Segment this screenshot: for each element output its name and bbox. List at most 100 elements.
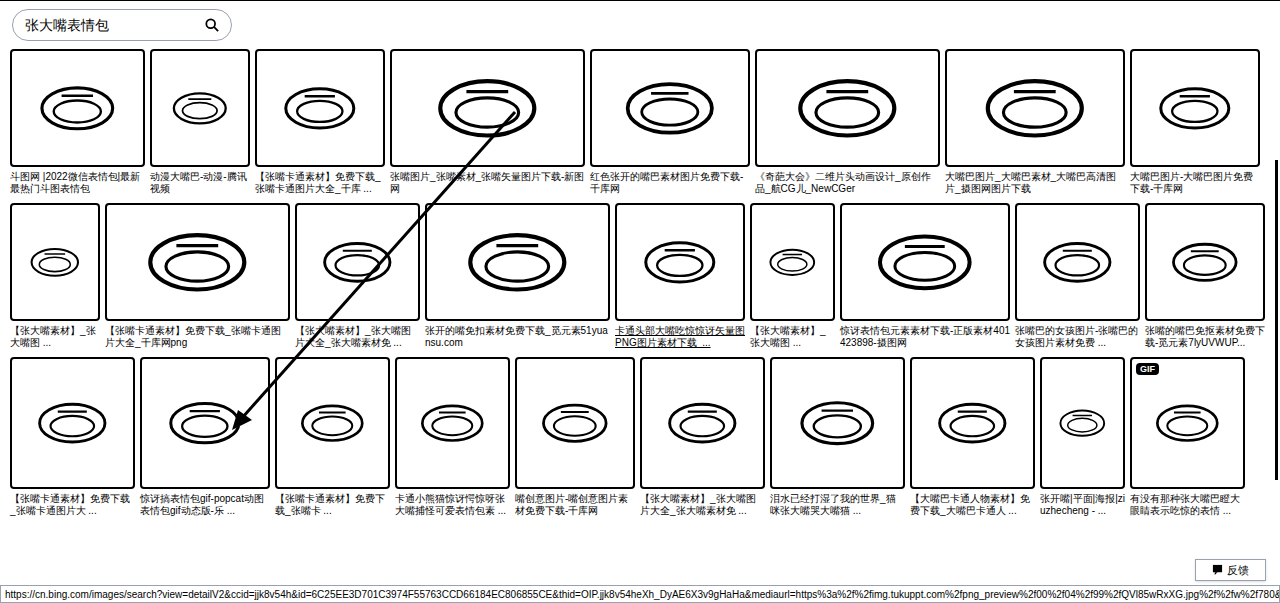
result-caption[interactable]: 大嘴巴图片-大嘴巴图片免费下载-千库网 [1130, 171, 1260, 195]
result-card[interactable]: 大嘴巴图片_大嘴巴素材_大嘴巴高清图片_摄图网图片下载 [945, 49, 1125, 195]
result-card[interactable]: 【张嘴卡通素材】免费下载_张嘴卡 ... [275, 357, 390, 517]
result-image[interactable] [1145, 203, 1265, 321]
result-card[interactable]: 张开的嘴免扣素材免费下载_觅元素51yuansu.com [425, 203, 610, 349]
result-image[interactable] [1130, 49, 1260, 167]
mouth-drawing-icon [38, 77, 117, 140]
result-card[interactable]: 【张大嘴素材】_张大嘴图 ... [10, 203, 100, 349]
result-card[interactable]: 《奇葩大会》二维片头动画设计_原创作品_航CG儿_NewCGer [755, 49, 940, 195]
result-caption[interactable]: 【大嘴巴卡通人物素材】免费下载_大嘴巴卡通人 ... [910, 493, 1035, 517]
result-card[interactable]: 嘴创意图片-嘴创意图片素材免费下载-千库网 [515, 357, 635, 517]
result-caption[interactable]: 惊讶搞表情包gif-popcat动图表情包gif动态版-乐 ... [140, 493, 270, 517]
result-caption[interactable]: 张嘴图片_张嘴素材_张嘴矢量图片下载-新图网 [390, 171, 585, 195]
result-caption[interactable]: 红色张开的嘴巴素材图片免费下载-千库网 [590, 171, 750, 195]
result-caption[interactable]: 【张大嘴素材】_张大嘴图 ... [10, 325, 100, 349]
results-row: 【张嘴卡通素材】免费下载_张嘴卡通图片大 ...惊讶搞表情包gif-popcat… [10, 357, 1266, 517]
result-image[interactable] [615, 203, 745, 321]
mouth-drawing-icon [642, 231, 718, 294]
result-caption[interactable]: 【张嘴卡通素材】免费下载_张嘴卡 ... [275, 493, 390, 517]
result-card[interactable]: 【张大嘴素材】_张大嘴图片大全_张大嘴素材免 ... [640, 357, 765, 517]
result-image[interactable] [515, 357, 635, 489]
result-card[interactable]: 惊讶表情包元素素材下载-正版素材401423898-摄图网 [840, 203, 1010, 349]
result-card[interactable]: 动漫大嘴巴-动漫-腾讯视频 [150, 49, 250, 195]
result-image[interactable] [910, 357, 1035, 489]
result-card[interactable]: 【张嘴卡通素材】免费下载_张嘴卡通图片大 ... [10, 357, 135, 517]
result-caption[interactable]: 张开的嘴免扣素材免费下载_觅元素51yuansu.com [425, 325, 610, 349]
result-card[interactable]: 卡通头部大嘴吃惊惊讶矢量图PNG图片素材下载_... [615, 203, 745, 349]
result-image[interactable] [425, 203, 610, 321]
result-caption[interactable]: 【张嘴卡通素材】免费下载_张嘴卡通图片大 ... [10, 493, 135, 517]
result-image[interactable] [275, 357, 390, 489]
result-caption[interactable]: 【张嘴卡通素材】免费下载_张嘴卡通图片大全_千库 ... [255, 171, 385, 195]
result-caption[interactable]: 卡通小熊猫惊讶愕惊呀张大嘴捕怪可爱表情包素 ... [395, 493, 510, 517]
result-card[interactable]: 【张嘴卡通素材】免费下载_张嘴卡通图片大全_千库网png [105, 203, 290, 349]
result-image[interactable] [750, 203, 835, 321]
result-caption[interactable]: 【张大嘴素材】_张大嘴图片大全_张大嘴素材免 ... [295, 325, 420, 349]
result-card[interactable]: GIF 有没有那种张大嘴巴瞪大眼睛表示吃惊的表情 ... [1130, 357, 1245, 517]
result-image[interactable] [10, 49, 145, 167]
result-image[interactable] [295, 203, 420, 321]
result-image[interactable] [770, 357, 905, 489]
result-card[interactable]: 张嘴巴的女孩图片-张嘴巴的女孩图片素材免费 ... [1015, 203, 1140, 349]
result-caption[interactable]: 张嘴巴的女孩图片-张嘴巴的女孩图片素材免费 ... [1015, 325, 1140, 349]
result-caption[interactable]: 泪水已经打湿了我的世界_猫咪张大嘴哭大嘴猫 ... [770, 493, 905, 517]
result-card[interactable]: 泪水已经打湿了我的世界_猫咪张大嘴哭大嘴猫 ... [770, 357, 905, 517]
result-card[interactable]: 张开嘴|平面|海报|ziuzhecheng - ... [1040, 357, 1125, 517]
search-icon[interactable] [205, 18, 219, 32]
mouth-drawing-icon [875, 231, 975, 294]
mouth-drawing-icon [1157, 77, 1233, 140]
result-image[interactable] [1040, 357, 1125, 489]
result-image[interactable] [10, 203, 100, 321]
search-query[interactable]: 张大嘴表情包 [25, 15, 109, 36]
result-image[interactable] [255, 49, 385, 167]
result-caption[interactable]: 张嘴的嘴巴免抠素材免费下载-觅元素7lyUVWUP... [1145, 325, 1265, 349]
scrollbar[interactable] [1275, 160, 1278, 480]
status-url: https://cn.bing.com/images/search?view=d… [5, 587, 1280, 602]
result-card[interactable]: 【张大嘴素材】_张大嘴图 ... [750, 203, 835, 349]
result-caption[interactable]: 【张嘴卡通素材】免费下载_张嘴卡通图片大全_千库网png [105, 325, 290, 349]
search-box[interactable]: 张大嘴表情包 [12, 9, 232, 41]
result-card[interactable]: 【张大嘴素材】_张大嘴图片大全_张大嘴素材免 ... [295, 203, 420, 349]
result-card[interactable]: 【张嘴卡通素材】免费下载_张嘴卡通图片大全_千库 ... [255, 49, 385, 195]
result-image[interactable] [105, 203, 290, 321]
result-card[interactable]: 大嘴巴图片-大嘴巴图片免费下载-千库网 [1130, 49, 1260, 195]
mouth-drawing-icon [143, 231, 252, 294]
result-card[interactable]: 斗图网 |2022微信表情包|最新最热门斗图表情包 [10, 49, 145, 195]
result-image[interactable] [755, 49, 940, 167]
mouth-drawing-icon [793, 77, 902, 140]
result-card[interactable]: 卡通小熊猫惊讶愕惊呀张大嘴捕怪可爱表情包素 ... [395, 357, 510, 517]
feedback-button[interactable]: 反馈 [1195, 559, 1266, 582]
result-caption[interactable]: 大嘴巴图片_大嘴巴素材_大嘴巴高清图片_摄图网图片下载 [945, 171, 1125, 195]
result-card[interactable]: 张嘴的嘴巴免抠素材免费下载-觅元素7lyUVWUP... [1145, 203, 1265, 349]
result-image[interactable]: GIF [1130, 357, 1245, 489]
result-caption[interactable]: 动漫大嘴巴-动漫-腾讯视频 [150, 171, 250, 195]
result-card[interactable]: 惊讶搞表情包gif-popcat动图表情包gif动态版-乐 ... [140, 357, 270, 517]
result-image[interactable] [840, 203, 1010, 321]
result-caption[interactable]: 嘴创意图片-嘴创意图片素材免费下载-千库网 [515, 493, 635, 517]
result-image[interactable] [390, 49, 585, 167]
status-bar: https://cn.bing.com/images/search?view=d… [0, 585, 1280, 603]
feedback-icon [1212, 564, 1223, 575]
result-card[interactable]: 张嘴图片_张嘴素材_张嘴矢量图片下载-新图网 [390, 49, 585, 195]
result-caption[interactable]: 卡通头部大嘴吃惊惊讶矢量图PNG图片素材下载_... [615, 325, 745, 349]
results-row: 斗图网 |2022微信表情包|最新最热门斗图表情包动漫大嘴巴-动漫-腾讯视频【张… [10, 49, 1266, 195]
result-caption[interactable]: 【张大嘴素材】_张大嘴图片大全_张大嘴素材免 ... [640, 493, 765, 517]
result-image[interactable] [10, 357, 135, 489]
result-image[interactable] [395, 357, 510, 489]
result-card[interactable]: 【大嘴巴卡通人物素材】免费下载_大嘴巴卡通人 ... [910, 357, 1035, 517]
result-image[interactable] [1015, 203, 1140, 321]
result-image[interactable] [590, 49, 750, 167]
result-image[interactable] [945, 49, 1125, 167]
mouth-drawing-icon [1058, 388, 1107, 458]
result-image[interactable] [640, 357, 765, 489]
result-caption[interactable]: 《奇葩大会》二维片头动画设计_原创作品_航CG儿_NewCGer [755, 171, 940, 195]
result-card[interactable]: 红色张开的嘴巴素材图片免费下载-千库网 [590, 49, 750, 195]
result-caption[interactable]: 有没有那种张大嘴巴瞪大眼睛表示吃惊的表情 ... [1130, 493, 1245, 517]
result-caption[interactable]: 惊讶表情包元素素材下载-正版素材401423898-摄图网 [840, 325, 1010, 349]
result-caption[interactable]: 【张大嘴素材】_张大嘴图 ... [750, 325, 835, 349]
result-image[interactable] [150, 49, 250, 167]
result-caption[interactable]: 张开嘴|平面|海报|ziuzhecheng - ... [1040, 493, 1125, 517]
result-caption[interactable]: 斗图网 |2022微信表情包|最新最热门斗图表情包 [10, 171, 145, 195]
mouth-drawing-icon [282, 77, 358, 140]
gif-badge: GIF [1136, 363, 1159, 375]
result-image[interactable] [140, 357, 270, 489]
